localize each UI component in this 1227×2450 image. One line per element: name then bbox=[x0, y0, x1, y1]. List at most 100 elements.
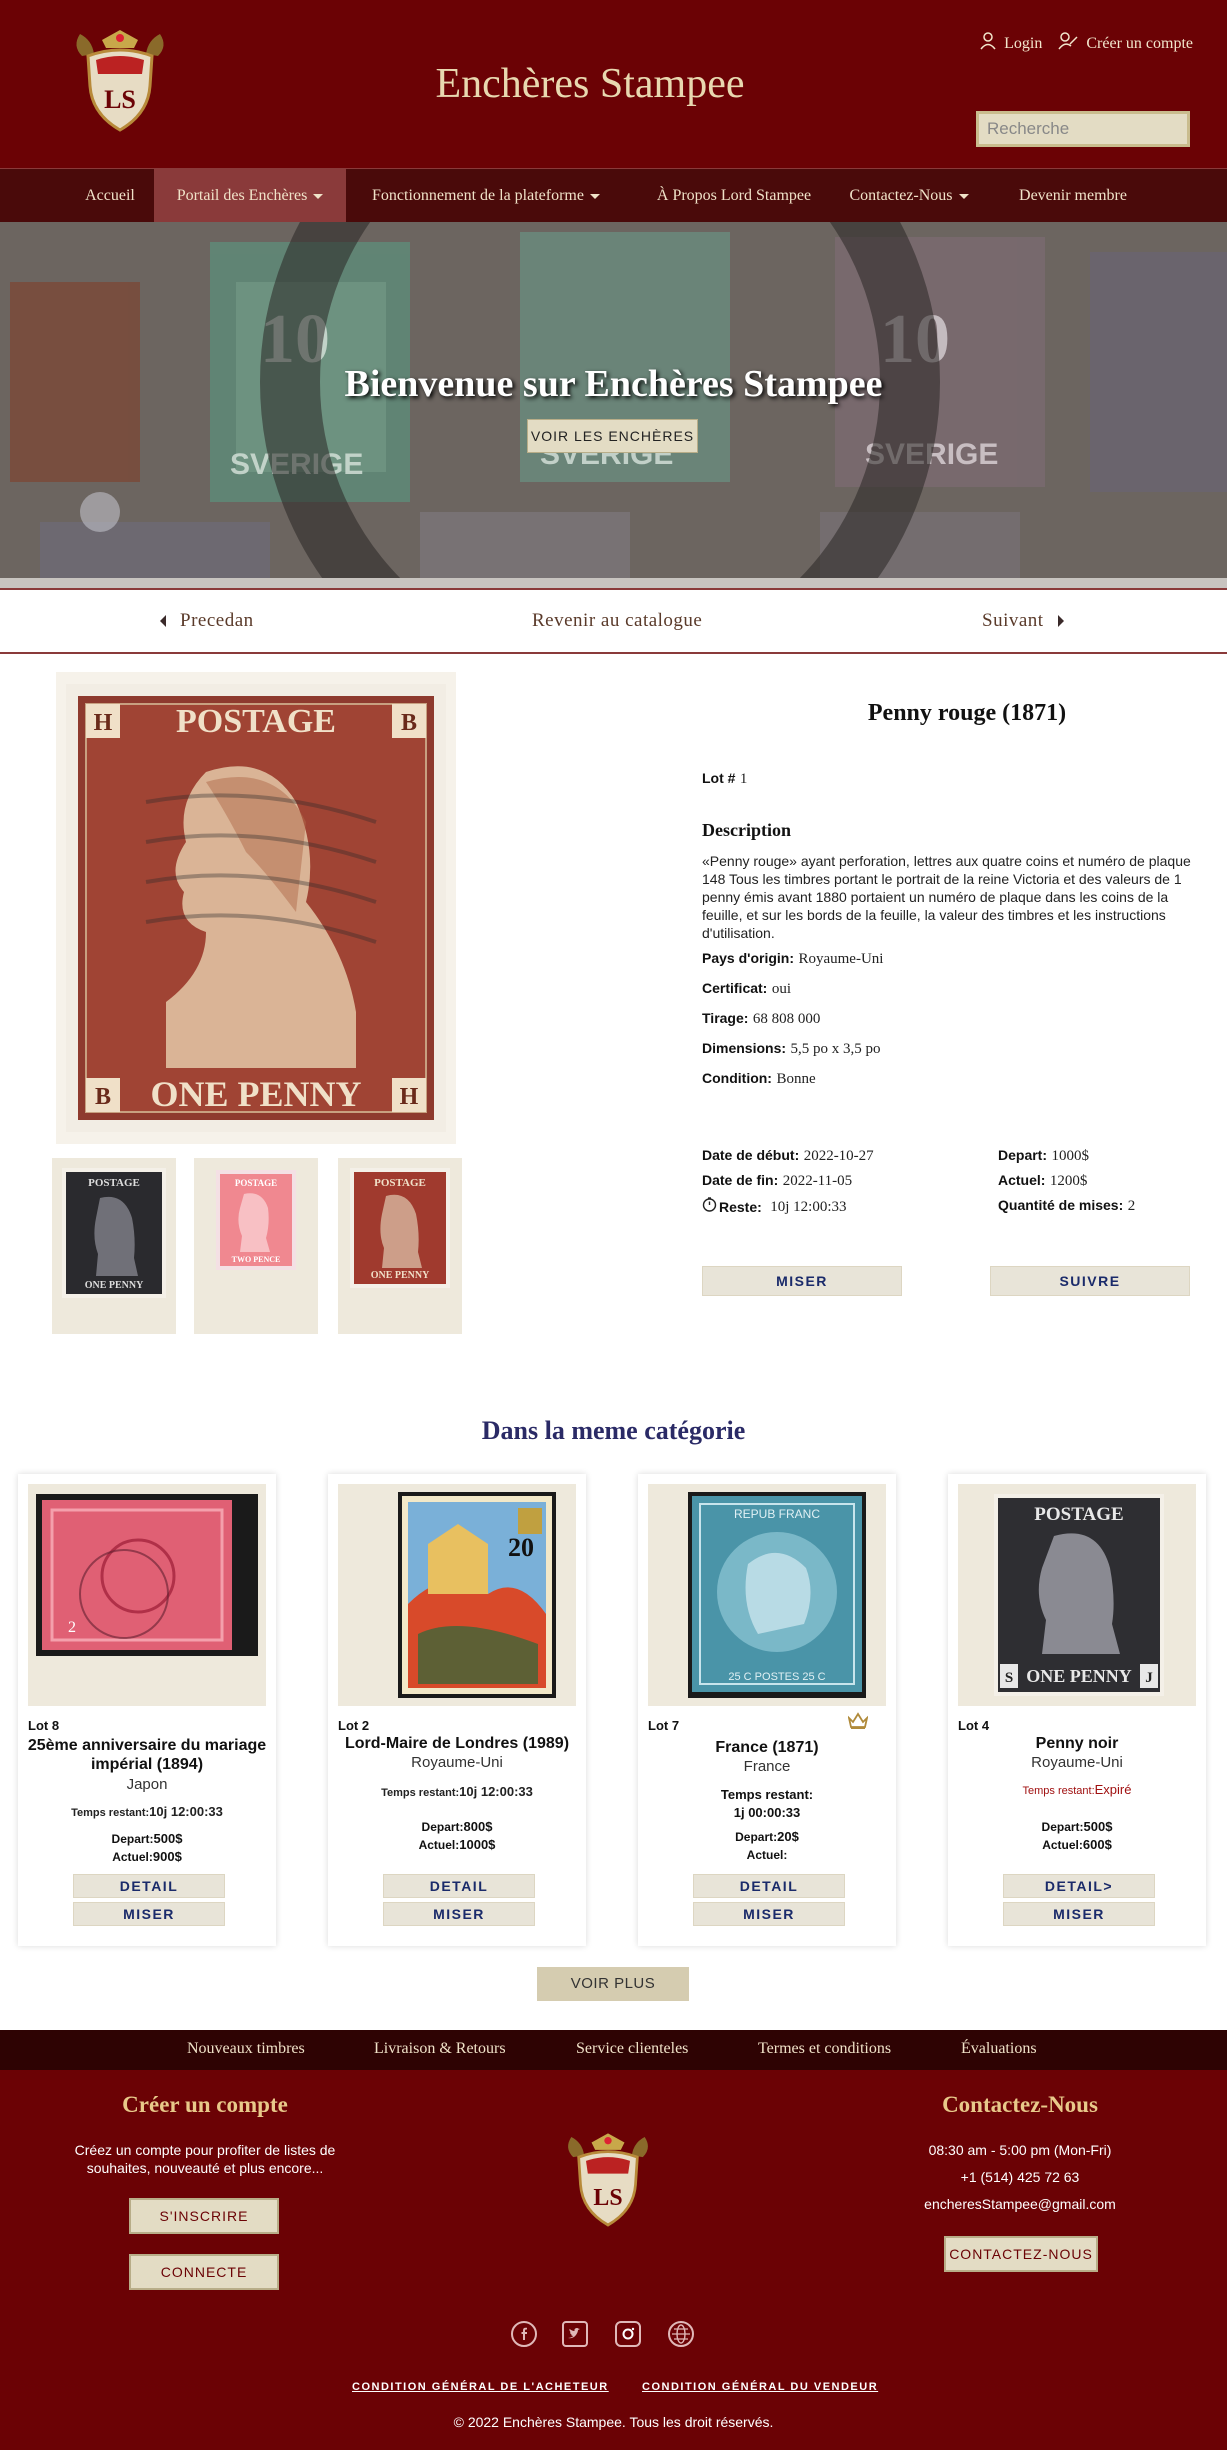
detail-button[interactable]: DETAIL bbox=[73, 1874, 225, 1898]
nav-item-membre[interactable]: Devenir membre bbox=[998, 169, 1148, 223]
login-link[interactable]: Login bbox=[980, 32, 1042, 55]
footer-link[interactable]: Nouveaux timbres bbox=[187, 2040, 305, 2058]
depart-value: 500$ bbox=[1083, 1819, 1113, 1834]
spec-row: Dimensions: 5,5 po x 3,5 po bbox=[702, 1040, 880, 1058]
footer-link[interactable]: Termes et conditions bbox=[758, 2040, 891, 2058]
actual-label: Actuel: bbox=[112, 1850, 153, 1864]
card-prices: Depart:500$ Actuel:900$ bbox=[18, 1830, 276, 1866]
back-to-catalog-link[interactable]: Revenir au catalogue bbox=[532, 610, 702, 632]
lot-pager: Precedan Revenir au catalogue Suivant bbox=[0, 588, 1227, 654]
prev-link[interactable]: Precedan bbox=[160, 610, 254, 632]
svg-text:S: S bbox=[1005, 1670, 1013, 1686]
card-image[interactable]: REPUB FRANC 25 C POSTES 25 C bbox=[648, 1484, 886, 1706]
card-image[interactable]: 2 bbox=[28, 1484, 266, 1706]
depart-label: Depart: bbox=[998, 1147, 1048, 1163]
search-input[interactable]: Recherche bbox=[976, 111, 1190, 147]
create-account-heading: Créer un compte bbox=[122, 2092, 288, 2117]
actual-value: 1000$ bbox=[459, 1837, 496, 1852]
card-time: Temps restant:Expiré bbox=[948, 1782, 1206, 1797]
card-image[interactable]: 20 bbox=[338, 1484, 576, 1706]
footer-link[interactable]: Livraison & Retours bbox=[374, 2040, 506, 2058]
svg-text:2: 2 bbox=[68, 1619, 76, 1636]
next-link[interactable]: Suivant bbox=[982, 610, 1064, 632]
connect-button[interactable]: CONNECTE bbox=[129, 2254, 279, 2290]
svg-text:TWO PENCE: TWO PENCE bbox=[232, 1255, 281, 1264]
nav-item-accueil[interactable]: Accueil bbox=[68, 169, 152, 223]
signup-button[interactable]: S'INSCRIRE bbox=[129, 2198, 279, 2234]
bid-button[interactable]: MISER bbox=[1003, 1902, 1155, 1926]
nav-item-portail[interactable]: Portail des Enchères bbox=[154, 169, 346, 223]
card-image[interactable]: POSTAGE ONE PENNY S J bbox=[958, 1484, 1196, 1706]
spec-label: Pays d'origin: bbox=[702, 950, 795, 966]
spec-label: Condition: bbox=[702, 1070, 772, 1086]
prev-label: Precedan bbox=[180, 610, 254, 631]
related-section-title: Dans la meme catégorie bbox=[481, 1416, 746, 1445]
svg-text:B: B bbox=[95, 1084, 111, 1110]
user-icon bbox=[980, 32, 996, 55]
card-title: Lord-Maire de Londres (1989) bbox=[344, 1735, 570, 1752]
card-time: Temps restant: 1j 00:00:33 bbox=[638, 1786, 896, 1822]
time-value: 10j 12:00:33 bbox=[459, 1784, 533, 1799]
bid-button[interactable]: MISER bbox=[73, 1902, 225, 1926]
thumbnail-penny-red[interactable]: POSTAGE ONE PENNY bbox=[338, 1158, 462, 1334]
start-label: Date de début: bbox=[702, 1147, 800, 1163]
footer-nav: Nouveaux timbres Livraison & Retours Ser… bbox=[0, 2030, 1227, 2070]
follow-button[interactable]: SUIVRE bbox=[990, 1266, 1190, 1296]
timer-icon bbox=[702, 1197, 717, 1217]
product-title: Penny rouge (1871) bbox=[867, 700, 1067, 726]
card-title: Penny noir bbox=[1035, 1735, 1119, 1752]
detail-button[interactable]: DETAIL> bbox=[1003, 1874, 1155, 1898]
lot-label: Lot # bbox=[702, 770, 736, 786]
user-links: Login Créer un compte bbox=[980, 32, 1193, 55]
bid-button[interactable]: MISER bbox=[383, 1902, 535, 1926]
seller-conditions-link[interactable]: CONDITION GÉNÉRAL DU VENDEUR bbox=[642, 2381, 878, 2393]
nav-item-apropos[interactable]: À Propos Lord Stampee bbox=[638, 169, 830, 223]
thumbnail-two-pence[interactable]: POSTAGE TWO PENCE bbox=[194, 1158, 318, 1334]
chevron-down-icon bbox=[589, 193, 600, 199]
svg-text:POSTAGE: POSTAGE bbox=[235, 1178, 277, 1188]
spec-value: Royaume-Uni bbox=[798, 951, 884, 967]
globe-icon[interactable] bbox=[668, 2321, 694, 2347]
footer-link[interactable]: Service clienteles bbox=[576, 2040, 688, 2058]
related-card: 20 Lot 2 Lord-Maire de Londres (1989) Ro… bbox=[328, 1474, 586, 1946]
card-lot: Lot 4 bbox=[958, 1718, 990, 1733]
remaining-label: Reste: bbox=[719, 1199, 762, 1215]
twitter-icon[interactable] bbox=[562, 2321, 588, 2347]
svg-text:POSTAGE: POSTAGE bbox=[1034, 1504, 1123, 1525]
nav-label: Fonctionnement de la plateforme bbox=[372, 187, 584, 204]
facebook-icon[interactable] bbox=[511, 2321, 537, 2347]
view-auctions-button[interactable]: VOIR LES ENCHÈRES bbox=[527, 419, 698, 453]
detail-button[interactable]: DETAIL bbox=[383, 1874, 535, 1898]
svg-text:J: J bbox=[1145, 1670, 1153, 1686]
footer-link[interactable]: Évaluations bbox=[961, 2040, 1037, 2058]
bids-label: Quantité de mises: bbox=[998, 1197, 1124, 1213]
create-account-text: Créez un compte pour profiter de listes … bbox=[74, 2142, 336, 2176]
svg-text:REPUB FRANC: REPUB FRANC bbox=[734, 1507, 820, 1521]
contact-button[interactable]: CONTACTEZ-NOUS bbox=[944, 2236, 1098, 2272]
see-more-button[interactable]: VOIR PLUS bbox=[537, 1967, 689, 2001]
chevron-right-icon bbox=[1057, 615, 1064, 627]
detail-button[interactable]: DETAIL bbox=[693, 1874, 845, 1898]
svg-text:ONE PENNY: ONE PENNY bbox=[85, 1280, 144, 1291]
nav-item-fonctionnement[interactable]: Fonctionnement de la plateforme bbox=[352, 169, 620, 223]
bid-button[interactable]: MISER bbox=[693, 1902, 845, 1926]
contact-email[interactable]: encheresStampee@gmail.com bbox=[880, 2195, 1160, 2213]
main-nav: Accueil Portail des Enchères Fonctionnem… bbox=[0, 168, 1227, 223]
bid-button[interactable]: MISER bbox=[702, 1266, 902, 1296]
footer-logo[interactable]: LS bbox=[564, 2128, 652, 2234]
signup-link[interactable]: Créer un compte bbox=[1058, 32, 1193, 55]
contact-hours: 08:30 am - 5:00 pm (Mon-Fri) bbox=[928, 2142, 1112, 2158]
buyer-conditions-link[interactable]: CONDITION GÉNÉRAL DE L'ACHETEUR bbox=[352, 2381, 609, 2393]
description-heading: Description bbox=[702, 820, 791, 840]
thumbnail-penny-black[interactable]: POSTAGE ONE PENNY bbox=[52, 1158, 176, 1334]
main-stamp-image[interactable]: H B B H POSTAGE ONE PENNY bbox=[56, 672, 456, 1144]
depart-value: 500$ bbox=[153, 1831, 183, 1846]
actual-label: Actuel: bbox=[746, 1848, 788, 1862]
card-prices: Depart:20$ Actuel: bbox=[638, 1828, 896, 1864]
nav-item-contact[interactable]: Contactez-Nous bbox=[834, 169, 984, 223]
crown-icon[interactable] bbox=[847, 1712, 869, 1735]
instagram-icon[interactable] bbox=[615, 2321, 641, 2347]
card-time: Temps restant:10j 12:00:33 bbox=[18, 1804, 276, 1819]
time-value: 1j 00:00:33 bbox=[733, 1805, 801, 1820]
next-label: Suivant bbox=[982, 610, 1044, 631]
